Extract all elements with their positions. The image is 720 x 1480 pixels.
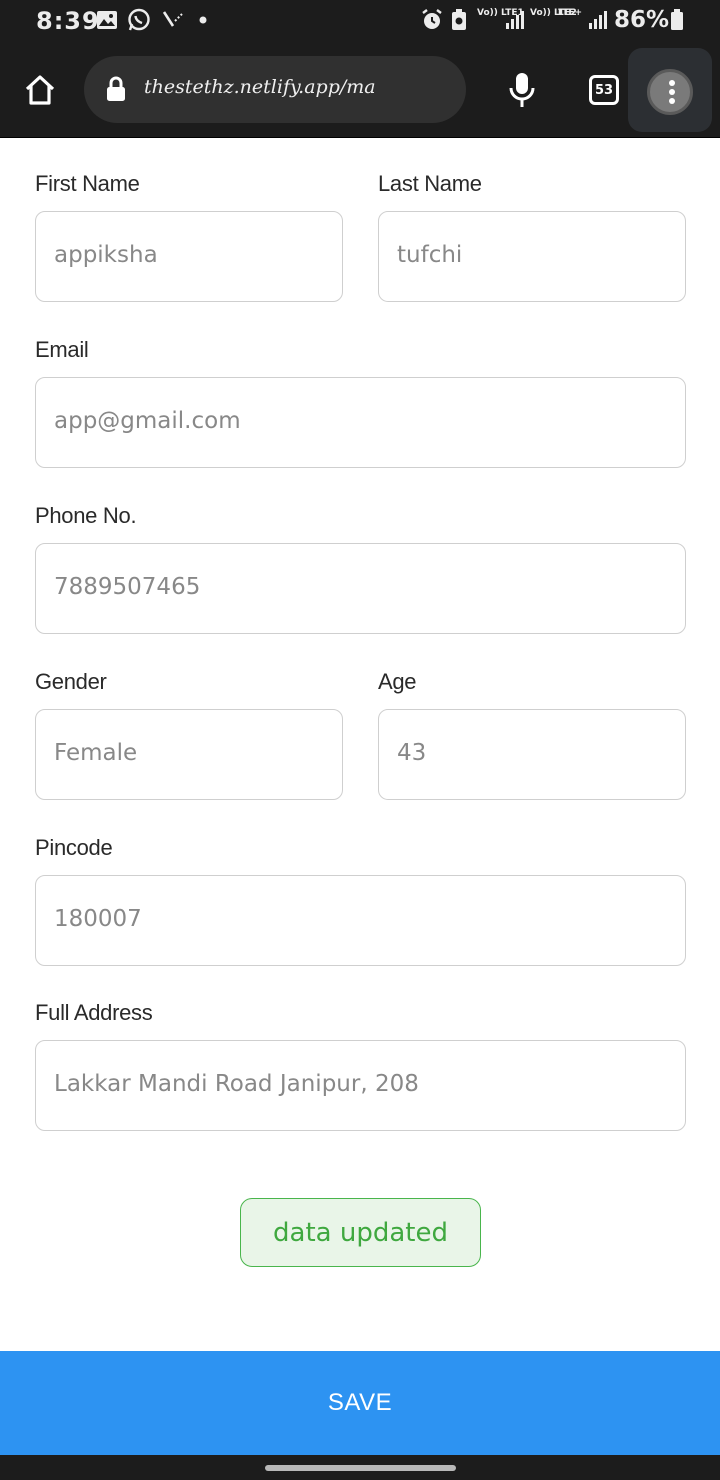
save-button[interactable]: SAVE — [0, 1351, 720, 1455]
toast-message: data updated — [273, 1217, 448, 1248]
battery-icon — [670, 9, 684, 31]
url-text[interactable]: thestethz.netlify.app/ma — [144, 76, 444, 98]
lock-icon[interactable] — [104, 76, 128, 102]
address-label: Full Address — [35, 1000, 153, 1025]
phone-label: Phone No. — [35, 503, 137, 528]
success-toast: data updated — [240, 1198, 481, 1267]
last-name-label: Last Name — [378, 171, 482, 196]
battery-saver-icon — [450, 9, 468, 31]
gender-field[interactable]: Female — [35, 709, 343, 800]
gallery-icon — [96, 9, 118, 31]
more-vert-icon — [647, 69, 693, 115]
whatsapp-icon — [127, 8, 151, 31]
address-field[interactable]: Lakkar Mandi Road Janipur, 208 — [35, 1040, 686, 1131]
pincode-value: 180007 — [54, 906, 142, 932]
tabs-icon: 53 — [589, 75, 619, 105]
last-name-field[interactable]: tufchi — [378, 211, 686, 302]
gender-value: Female — [54, 740, 138, 766]
save-button-label: SAVE — [327, 1389, 393, 1416]
email-value: app@gmail.com — [54, 408, 241, 434]
first-name-label: First Name — [35, 171, 140, 196]
age-label: Age — [378, 669, 417, 694]
pincode-label: Pincode — [35, 835, 113, 860]
pincode-field[interactable]: 180007 — [35, 875, 686, 966]
browser-menu-button[interactable] — [628, 48, 712, 132]
age-field[interactable]: 43 — [378, 709, 686, 800]
battery-percent: 86% — [614, 7, 670, 33]
notification-dot-icon — [198, 9, 208, 31]
tab-count: 53 — [594, 82, 614, 98]
first-name-field[interactable]: appiksha — [35, 211, 343, 302]
address-bar[interactable]: thestethz.netlify.app/ma — [84, 56, 466, 123]
alarm-icon — [420, 9, 444, 31]
gesture-handle[interactable] — [265, 1465, 456, 1471]
tab-switcher-button[interactable]: 53 — [583, 70, 625, 110]
first-name-value: appiksha — [54, 242, 158, 268]
email-label: Email — [35, 337, 89, 362]
missed-call-icon — [162, 9, 184, 31]
address-value: Lakkar Mandi Road Janipur, 208 — [54, 1071, 419, 1097]
signal-2-icon — [588, 9, 608, 31]
last-name-value: tufchi — [397, 242, 463, 268]
home-icon — [25, 75, 55, 105]
network-2-type: LTE+ — [558, 8, 583, 18]
age-value: 43 — [397, 740, 427, 766]
home-button[interactable] — [18, 68, 62, 112]
voice-search-button[interactable] — [500, 68, 544, 112]
signal-1-icon — [505, 9, 525, 31]
microphone-icon — [509, 73, 535, 107]
phone-field[interactable]: 7889507465 — [35, 543, 686, 634]
gender-label: Gender — [35, 669, 107, 694]
email-field[interactable]: app@gmail.com — [35, 377, 686, 468]
browser-toolbar: thestethz.netlify.app/ma 53 — [0, 42, 720, 138]
phone-value: 7889507465 — [54, 574, 201, 600]
status-time: 8:39 — [36, 7, 100, 35]
system-nav-bar — [0, 1455, 720, 1480]
status-bar: 8:39 Vo)) LTE1 Vo)) LTE2 LTE+ 86% — [0, 0, 720, 42]
